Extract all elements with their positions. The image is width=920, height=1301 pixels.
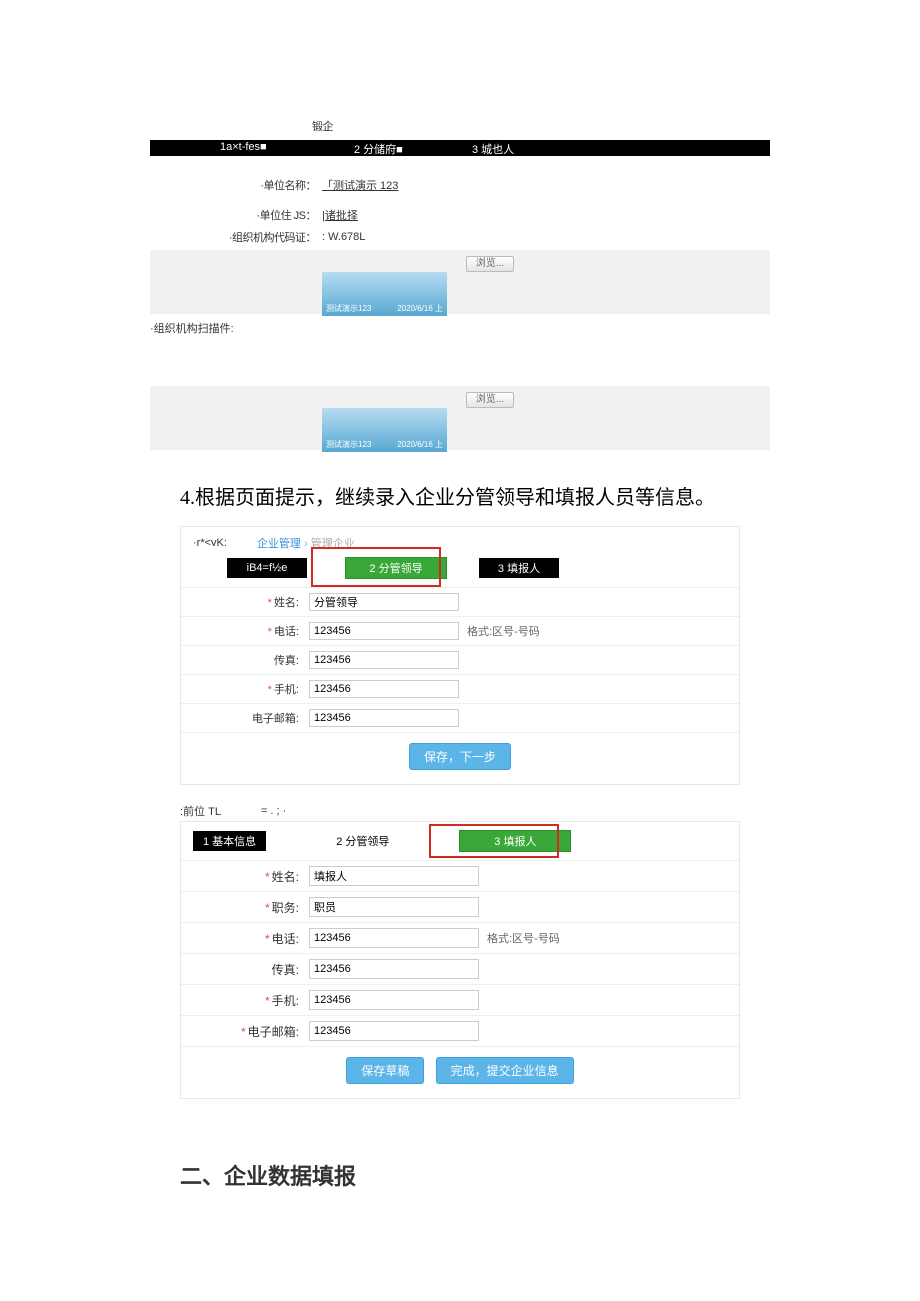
p2-fax-input[interactable] bbox=[309, 959, 479, 979]
tab-basic-2[interactable]: 1 基本信息 bbox=[193, 831, 266, 851]
p2-job-input[interactable] bbox=[309, 897, 479, 917]
breadcrumb-sep: › bbox=[304, 538, 308, 550]
unit-name-label: ·单位名称： bbox=[150, 177, 322, 193]
unit-name-value: 「测试演示 123 bbox=[322, 177, 398, 193]
thumb2-right: 2020/6/16 上 bbox=[397, 439, 443, 450]
thumb1-left: 测试演示123 bbox=[326, 303, 371, 314]
instruction-text: 4.根据页面提示，继续录入企业分管领导和填报人员等信息。 bbox=[180, 476, 740, 520]
breadcrumb-a[interactable]: 企业管理 bbox=[257, 538, 301, 550]
p1-email-label: 电子邮箱: bbox=[252, 713, 299, 725]
top-black-bar: 1a×t-fes■ 2 分储府■ 3 城也人 bbox=[150, 140, 770, 156]
tab-reporter-1[interactable]: 3 填报人 bbox=[479, 558, 559, 578]
p2-mob-label: 手机: bbox=[272, 994, 299, 1008]
thumb2-left: 测试演示123 bbox=[326, 439, 371, 450]
org-code-value: : W.678L bbox=[322, 231, 365, 243]
thumb1-right: 2020/6/16 上 bbox=[397, 303, 443, 314]
top-caption: 锻企 bbox=[312, 118, 333, 134]
p2-email-input[interactable] bbox=[309, 1021, 479, 1041]
upload-thumb-1[interactable]: 测试演示123 2020/6/16 上 bbox=[322, 272, 447, 316]
bar1-step2: 2 分储府■ bbox=[354, 141, 403, 157]
p1-name-label: 姓名: bbox=[274, 597, 299, 609]
p2-job-label: 职务: bbox=[272, 901, 299, 915]
form-a: ·单位名称： 「测试演示 123 ·单位住 JS： |诸批择 ·组织机构代码证：… bbox=[150, 166, 770, 248]
panel-leader: ·r*<vK: 企业管理 › 管理企业 iB4=f½e 2 分管领导 3 填报人… bbox=[180, 526, 740, 785]
p2-name-label: 姓名: bbox=[272, 870, 299, 884]
p1-fax-label: 传真: bbox=[274, 655, 299, 667]
tab-leader[interactable]: 2 分管领导 bbox=[345, 557, 447, 579]
heading-section-2: 二、企业数据填报 bbox=[180, 1159, 740, 1191]
submit-button[interactable]: 完成，提交企业信息 bbox=[436, 1057, 574, 1084]
browse-button-1[interactable]: 浏览... bbox=[466, 256, 514, 272]
p2-tel-label: 电话: bbox=[272, 932, 299, 946]
browse-button-2[interactable]: 浏览... bbox=[466, 392, 514, 408]
bar1-step3: 3 城也人 bbox=[472, 141, 514, 157]
panel-reporter: 1 基本信息 2 分管领导 3 填报人 *姓名: *职务: *电话: 格式:区号… bbox=[180, 821, 740, 1099]
upload-area-2: 浏览... 测试演示123 2020/6/16 上 bbox=[150, 386, 770, 450]
p2-email-label: 电子邮箱: bbox=[248, 1025, 299, 1039]
save-draft-button[interactable]: 保存草稿 bbox=[346, 1057, 424, 1084]
save-next-button[interactable]: 保存，下一步 bbox=[409, 743, 511, 770]
org-code-label: ·组织机构代码证： bbox=[150, 229, 322, 245]
panel1-head-left: ·r*<vK: bbox=[193, 537, 227, 549]
unit-addr-value: |诸批择 bbox=[322, 207, 358, 223]
p2-name-input[interactable] bbox=[309, 866, 479, 886]
p2-tel-input[interactable] bbox=[309, 928, 479, 948]
p1-mob-label: 手机: bbox=[274, 684, 299, 696]
p2-tel-hint: 格式:区号-号码 bbox=[487, 930, 560, 946]
tab-leader-2[interactable]: 2 分管领导 bbox=[326, 831, 399, 851]
upload-thumb-2[interactable]: 测试演示123 2020/6/16 上 bbox=[322, 408, 447, 452]
p1-tel-hint: 格式:区号-号码 bbox=[467, 623, 540, 639]
mid-head-mid: = . ; · bbox=[261, 805, 286, 817]
unit-addr-label: ·单位住 JS： bbox=[150, 207, 322, 223]
upload-area-1: 浏览... 测试演示123 2020/6/16 上 bbox=[150, 250, 770, 314]
p1-mob-input[interactable] bbox=[309, 680, 459, 698]
p2-fax-label: 传真: bbox=[272, 963, 299, 977]
bar1-step1: 1a×t-fes■ bbox=[220, 141, 267, 153]
mid-head-left: :前位 TL bbox=[180, 803, 221, 819]
p1-name-input[interactable] bbox=[309, 593, 459, 611]
tab-reporter-2[interactable]: 3 填报人 bbox=[459, 830, 571, 852]
breadcrumb-b: 管理企业 bbox=[311, 538, 355, 550]
tab-basic-1[interactable]: iB4=f½e bbox=[227, 558, 307, 578]
p1-email-input[interactable] bbox=[309, 709, 459, 727]
p1-fax-input[interactable] bbox=[309, 651, 459, 669]
p1-tel-input[interactable] bbox=[309, 622, 459, 640]
p2-mob-input[interactable] bbox=[309, 990, 479, 1010]
scan-label: ·组织机构扫描件: bbox=[150, 320, 770, 336]
p1-tel-label: 电话: bbox=[274, 626, 299, 638]
